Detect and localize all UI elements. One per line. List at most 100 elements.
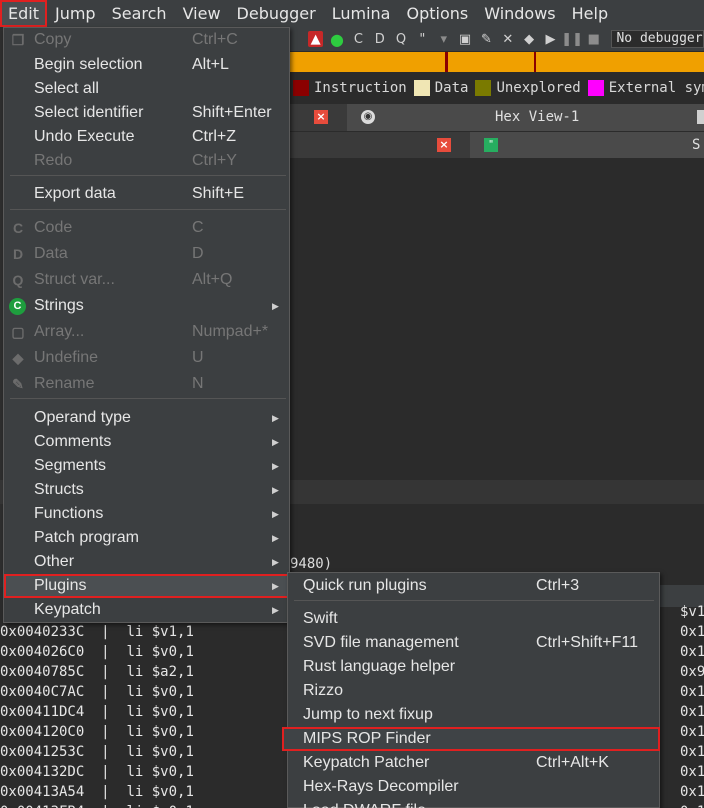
menu-item-rename[interactable]: ✎ Rename N [4, 372, 289, 396]
table-row[interactable]: 0x0041253C | li $v0,1 [0, 742, 290, 762]
struct-var-icon[interactable]: Q [393, 31, 408, 47]
plugin-item-swift[interactable]: Swift [288, 607, 659, 631]
menu-item-shortcut: Alt+Q [192, 271, 233, 288]
menu-item-shortcut: Numpad+* [192, 323, 269, 340]
menu-options[interactable]: Options [398, 0, 476, 27]
string-literal-icon[interactable]: " [415, 31, 430, 47]
menu-view[interactable]: View [175, 0, 229, 27]
table-row[interactable]: 0x0040C7AC | li $v0,1 [0, 682, 290, 702]
menu-item-segments[interactable]: Segments ▶ [4, 454, 289, 478]
menu-item-copy[interactable]: ❐ Copy Ctrl+C [4, 28, 289, 52]
submenu-arrow-icon: ▶ [272, 484, 279, 495]
menu-jump[interactable]: Jump [47, 0, 104, 27]
table-row[interactable]: 0x0040785C | li $a2,1 [0, 662, 290, 682]
menu-item-redo[interactable]: Redo Ctrl+Y [4, 149, 289, 173]
menu-item-data[interactable]: D Data D [4, 242, 289, 266]
menu-search[interactable]: Search [104, 0, 175, 27]
table-row[interactable]: 0x00413FB4 | li $v0,1 [0, 802, 290, 808]
menu-item-struct-var[interactable]: Q Struct var... Alt+Q [4, 268, 289, 292]
menu-item-label: Patch program [34, 529, 139, 546]
table-row[interactable]: 0x0040233C | li $v1,1 [0, 622, 290, 642]
plugin-item-mips-rop-finder[interactable]: MIPS ROP Finder [282, 727, 660, 751]
plugin-item-rust-language-helper[interactable]: Rust language helper [288, 655, 659, 679]
menu-item-label: Struct var... [34, 271, 115, 288]
array-icon[interactable]: ▣ [457, 31, 472, 47]
address-fragment: 9480) [290, 556, 333, 572]
menu-item-begin-selection[interactable]: Begin selection Alt+L [4, 53, 289, 77]
menu-item-shortcut: Ctrl+3 [536, 577, 580, 594]
breakpoint-icon[interactable]: ▲ [308, 31, 324, 47]
close-icon[interactable] [697, 110, 704, 124]
menu-item-plugins[interactable]: Plugins ▶ [4, 574, 289, 598]
right-column-cell: 0x1 [680, 624, 704, 640]
menu-item-array[interactable]: ▢ Array... Numpad+* [4, 320, 289, 344]
table-row[interactable]: 0x004132DC | li $v0,1 [0, 762, 290, 782]
menu-item-functions[interactable]: Functions ▶ [4, 502, 289, 526]
plugin-item-jump-to-next-fixup[interactable]: Jump to next fixup [288, 703, 659, 727]
pause-icon[interactable]: ❚❚ [561, 31, 583, 47]
menu-lumina[interactable]: Lumina [324, 0, 399, 27]
run-indicator-icon[interactable]: ● [329, 30, 344, 49]
plugin-item-keypatch-patcher[interactable]: Keypatch Patcher Ctrl+Alt+K [288, 751, 659, 775]
row-address: 0x004026C0 [0, 644, 85, 660]
column-separator: | [84, 684, 127, 700]
menu-item-undo-execute[interactable]: Undo Execute Ctrl+Z [4, 125, 289, 149]
submenu-arrow-icon: ▶ [272, 508, 279, 519]
plugin-item-load-dwarf-file[interactable]: Load DWARF file [288, 799, 659, 808]
menu-item-other[interactable]: Other ▶ [4, 550, 289, 574]
close-icon[interactable]: × [437, 138, 451, 152]
row-instruction: li $v0,1 [126, 704, 194, 720]
tab-hex-view[interactable]: ◉ Hex View-1 [347, 104, 704, 131]
table-row[interactable]: 0x004026C0 | li $v0,1 [0, 642, 290, 662]
right-column-cell: 0x1 [680, 744, 704, 760]
right-column-cell: 0x1 [680, 784, 704, 800]
menu-item-code[interactable]: C Code C [4, 216, 289, 240]
table-row[interactable]: 0x00413A54 | li $v0,1 [0, 782, 290, 802]
stop-icon[interactable]: ■ [586, 31, 601, 47]
submenu-arrow-icon: ▶ [272, 460, 279, 471]
column-separator: | [84, 704, 127, 720]
menu-item-select-identifier[interactable]: Select identifier Shift+Enter [4, 101, 289, 125]
strings-icon: C [9, 297, 26, 315]
menu-item-operand-type[interactable]: Operand type ▶ [4, 406, 289, 430]
menu-item-keypatch[interactable]: Keypatch ▶ [4, 598, 289, 622]
row-instruction: li $v0,1 [126, 804, 193, 808]
toolbar: ▲ ● C D Q " ▾ ▣ ✎ ✕ ◆ ▶ ❚❚ ■ No debugger [290, 27, 704, 51]
table-row[interactable]: 0x00411DC4 | li $v0,1 [0, 702, 290, 722]
debugger-select[interactable]: No debugger [611, 30, 704, 48]
plugin-item-quick-run-plugins[interactable]: Quick run plugins Ctrl+3 [288, 574, 659, 598]
menu-item-strings[interactable]: C Strings ▶ [4, 294, 289, 318]
menu-item-select-all[interactable]: Select all [4, 77, 289, 101]
menu-item-export-data[interactable]: Export data Shift+E [4, 182, 289, 206]
menu-windows[interactable]: Windows [476, 0, 563, 27]
column-separator: | [84, 744, 127, 760]
menu-item-label: Undefine [34, 349, 99, 366]
row-address: 0x0040C7AC [0, 684, 85, 700]
play-icon[interactable]: ▶ [543, 31, 558, 47]
row-instruction: li $v0,1 [126, 744, 194, 760]
rename-icon[interactable]: ✎ [479, 31, 494, 47]
menu-item-patch-program[interactable]: Patch program ▶ [4, 526, 289, 550]
menu-item-label: Hex-Rays Decompiler [303, 778, 459, 795]
menu-debugger[interactable]: Debugger [229, 0, 324, 27]
undefine-icon[interactable]: ✕ [500, 31, 515, 47]
diamond-icon[interactable]: ◆ [521, 31, 536, 47]
menu-help[interactable]: Help [564, 0, 616, 27]
chevron-down-icon[interactable]: ▾ [436, 31, 451, 47]
close-icon[interactable]: × [314, 110, 328, 124]
right-column-cell: 0x1 [680, 764, 704, 780]
menu-item-undefine[interactable]: ◆ Undefine U [4, 346, 289, 370]
plugin-item-svd-file-management[interactable]: SVD file management Ctrl+Shift+F11 [288, 631, 659, 655]
tab-strings[interactable]: " S [470, 132, 704, 158]
navigation-band[interactable] [290, 52, 704, 72]
menu-edit[interactable]: Edit [0, 0, 47, 27]
data-icon[interactable]: D [372, 31, 387, 47]
table-row[interactable]: 0x004120C0 | li $v0,1 [0, 722, 290, 742]
row-address: 0x00413FB4 [0, 804, 84, 808]
plugin-item-rizzo[interactable]: Rizzo [288, 679, 659, 703]
menu-item-structs[interactable]: Structs ▶ [4, 478, 289, 502]
plugin-item-hex-rays-decompiler[interactable]: Hex-Rays Decompiler [288, 775, 659, 799]
menu-item-label: Select identifier [34, 104, 144, 121]
menu-item-comments[interactable]: Comments ▶ [4, 430, 289, 454]
code-icon[interactable]: C [351, 31, 366, 47]
